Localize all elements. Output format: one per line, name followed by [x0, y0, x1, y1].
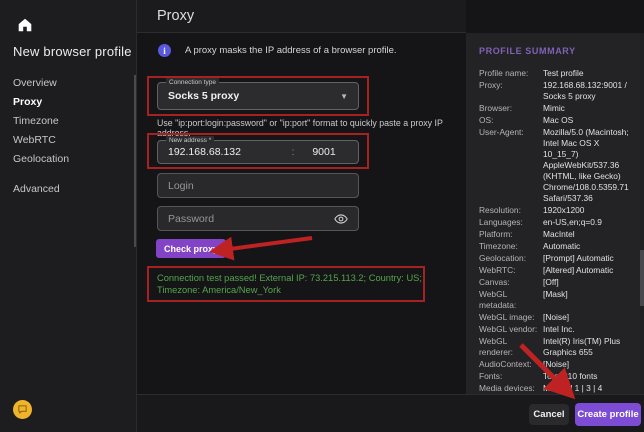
summary-row-label: WebGL metadata:: [479, 289, 543, 311]
summary-row-value: Mimic: [543, 103, 635, 114]
address-separator: :: [286, 146, 300, 158]
profile-summary-title: PROFILE SUMMARY: [479, 46, 576, 56]
summary-row-value: Test profile: [543, 68, 635, 79]
summary-row-label: Proxy:: [479, 80, 543, 102]
summary-row-label: Languages:: [479, 217, 543, 228]
info-icon: i: [158, 44, 171, 57]
new-browser-profile-window: New browser profile OverviewProxyTimezon…: [0, 0, 644, 432]
summary-row-value: MacIntel: [543, 229, 635, 240]
summary-row-label: Geolocation:: [479, 253, 543, 264]
summary-row-value: Automatic: [543, 241, 635, 252]
summary-row-value: [Off]: [543, 277, 635, 288]
sidebar-title: New browser profile: [13, 44, 132, 59]
new-address-label: New address *: [166, 136, 214, 145]
connection-type-label: Connection type: [166, 78, 219, 87]
summary-row-label: WebGL vendor:: [479, 324, 543, 335]
profile-summary-panel: PROFILE SUMMARY Profile name: Test profi…: [466, 33, 644, 394]
connection-test-result: Connection test passed! External IP: 73.…: [157, 272, 425, 296]
summary-scrollbar-thumb[interactable]: [640, 250, 644, 306]
summary-row-value: Mozilla/5.0 (Macintosh; Intel Mac OS X 1…: [543, 127, 635, 204]
connection-type-value: Socks 5 proxy: [168, 90, 340, 102]
summary-row-label: Browser:: [479, 103, 543, 114]
summary-row-value: 192.168.68.132:9001 / Socks 5 proxy: [543, 80, 635, 102]
home-button[interactable]: [14, 14, 36, 36]
summary-row-label: Platform:: [479, 229, 543, 240]
sidebar-item[interactable]: Geolocation: [0, 150, 136, 169]
password-field[interactable]: Password: [157, 206, 359, 231]
summary-row-value: en-US,en;q=0.9: [543, 217, 635, 228]
sidebar-nav: OverviewProxyTimezoneWebRTCGeolocation Ad…: [0, 74, 136, 199]
summary-row-label: User-Agent:: [479, 127, 543, 204]
summary-row-label: Resolution:: [479, 205, 543, 216]
chevron-down-icon: ▼: [340, 92, 348, 101]
summary-row-label: Canvas:: [479, 277, 543, 288]
summary-row-label: WebGL image:: [479, 312, 543, 323]
summary-row-label: OS:: [479, 115, 543, 126]
connection-type-select[interactable]: Connection type Socks 5 proxy ▼: [157, 82, 359, 110]
sidebar-item[interactable]: Overview: [0, 74, 136, 93]
main-header: Proxy: [137, 0, 466, 33]
main-scrollbar-thumb[interactable]: [134, 75, 136, 247]
password-placeholder: Password: [168, 213, 334, 225]
address-port-input[interactable]: 9001: [300, 146, 348, 158]
main-panel: Proxy i A proxy masks the IP address of …: [137, 0, 466, 432]
summary-row-value: Mac OS: [543, 115, 635, 126]
summary-row-label: WebRTC:: [479, 265, 543, 276]
summary-row-value: Total 210 fonts: [543, 371, 635, 382]
proxy-format-hint: Use "ip:port:login:password" or "ip:port…: [157, 118, 447, 138]
chat-bubble-icon: [17, 404, 28, 415]
summary-row-label: Media devices:: [479, 383, 543, 394]
summary-row-label: AudioContext:: [479, 359, 543, 370]
home-icon: [16, 16, 34, 34]
summary-row-label: Profile name:: [479, 68, 543, 79]
footer-bar: Cancel Create profile: [137, 394, 644, 432]
sidebar-item[interactable]: Timezone: [0, 112, 136, 131]
sidebar-item[interactable]: Proxy: [0, 93, 136, 112]
sidebar-item[interactable]: WebRTC: [0, 131, 136, 150]
create-profile-button[interactable]: Create profile: [575, 403, 641, 426]
summary-scrollbar-track[interactable]: [640, 33, 644, 394]
summary-row-value: 1920x1200: [543, 205, 635, 216]
summary-row-value: [Noise]: [543, 312, 635, 323]
profile-summary-rows: Profile name: Test profile Proxy: 192.16…: [479, 68, 635, 394]
summary-row-value: [Mask]: [543, 289, 635, 311]
summary-row-label: Fonts:: [479, 371, 543, 382]
new-address-field[interactable]: New address * 192.168.68.132 : 9001: [157, 140, 359, 164]
check-proxy-button[interactable]: Check proxy: [156, 239, 226, 258]
login-field[interactable]: Login: [157, 173, 359, 198]
sidebar: New browser profile OverviewProxyTimezon…: [0, 0, 137, 432]
summary-row-value: Intel Inc.: [543, 324, 635, 335]
summary-row-label: WebGL renderer:: [479, 336, 543, 358]
show-password-icon[interactable]: [334, 212, 348, 226]
summary-row-value: Intel(R) Iris(TM) Plus Graphics 655: [543, 336, 635, 358]
summary-row-value: Masked 1 | 3 | 4: [543, 383, 635, 394]
address-ip-input[interactable]: 192.168.68.132: [168, 146, 286, 158]
login-placeholder: Login: [168, 180, 348, 192]
info-banner: i A proxy masks the IP address of a brow…: [158, 44, 397, 57]
summary-row-value: [Prompt] Automatic: [543, 253, 635, 264]
summary-row-value: [Altered] Automatic: [543, 265, 635, 276]
summary-row-value: [Noise]: [543, 359, 635, 370]
summary-row-label: Timezone:: [479, 241, 543, 252]
cancel-button[interactable]: Cancel: [529, 404, 569, 425]
sidebar-item[interactable]: Advanced: [0, 180, 136, 199]
support-chat-button[interactable]: [13, 400, 32, 419]
info-text: A proxy masks the IP address of a browse…: [185, 45, 397, 56]
page-title: Proxy: [157, 8, 194, 24]
